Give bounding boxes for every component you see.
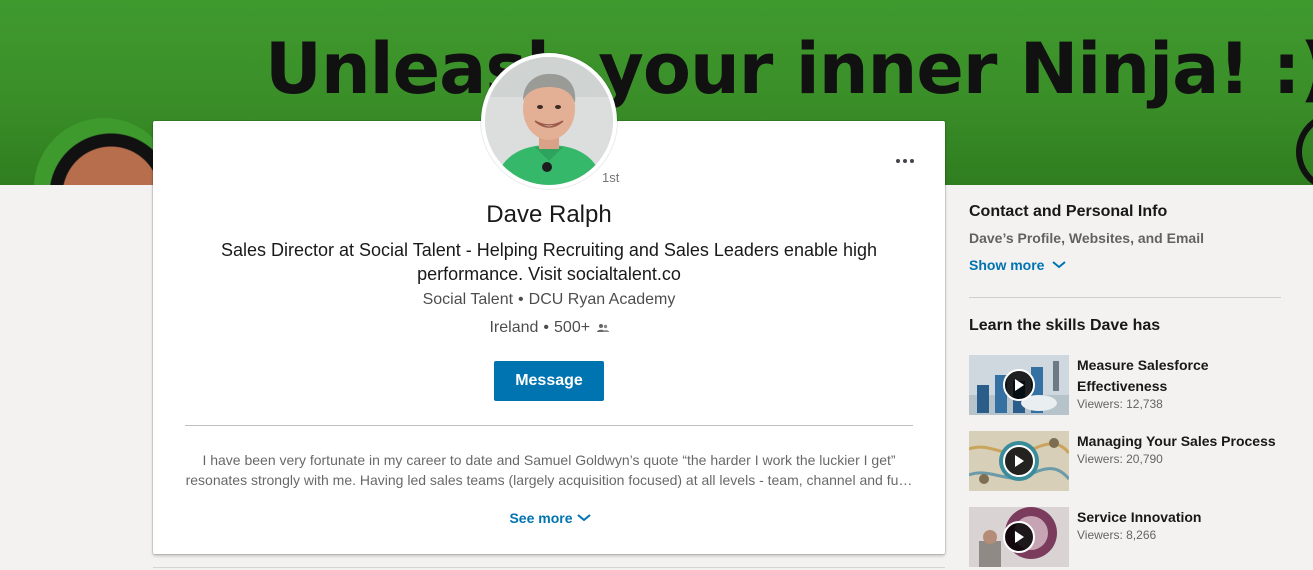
course-viewers: Viewers: 20,790 bbox=[1077, 452, 1163, 466]
chevron-down-icon bbox=[576, 514, 591, 522]
profile-name: Dave Ralph bbox=[486, 201, 612, 228]
connections-count[interactable]: 500+ bbox=[554, 319, 590, 336]
show-more-label: Show more bbox=[969, 257, 1045, 273]
profile-location-line: Ireland • 500+ bbox=[153, 319, 945, 337]
course-thumbnail bbox=[969, 355, 1069, 415]
separator-dot: • bbox=[518, 291, 524, 308]
chevron-down-icon bbox=[1052, 261, 1067, 269]
see-more-button[interactable]: See more bbox=[505, 508, 595, 528]
connection-degree: 1st bbox=[602, 170, 620, 185]
course-thumbnail bbox=[969, 431, 1069, 491]
people-icon bbox=[596, 323, 609, 332]
course-item[interactable]: Measure Salesforce Effectiveness Viewers… bbox=[969, 355, 1299, 415]
education-school[interactable]: DCU Ryan Academy bbox=[529, 291, 676, 308]
summary-line: I have been very fortunate in my career … bbox=[202, 452, 896, 468]
course-viewers: Viewers: 8,266 bbox=[1077, 528, 1157, 542]
rail-divider bbox=[969, 297, 1281, 298]
contact-info-title[interactable]: Contact and Personal Info bbox=[969, 203, 1167, 221]
current-company[interactable]: Social Talent bbox=[423, 291, 513, 308]
see-more-label: See more bbox=[509, 510, 573, 526]
play-icon bbox=[1003, 445, 1035, 477]
banner-slogan: Unleash your inner Ninja! :) bbox=[265, 28, 1313, 110]
profile-photo[interactable] bbox=[481, 53, 617, 189]
course-viewers: Viewers: 12,738 bbox=[1077, 397, 1163, 411]
more-actions-button[interactable] bbox=[889, 153, 921, 169]
profile-summary: I have been very fortunate in my career … bbox=[185, 450, 913, 490]
course-title: Service Innovation bbox=[1077, 509, 1202, 525]
message-button[interactable]: Message bbox=[494, 361, 604, 401]
profile-headline: Sales Director at Social Talent - Helpin… bbox=[220, 240, 878, 284]
play-icon bbox=[1003, 521, 1035, 553]
play-icon bbox=[1003, 369, 1035, 401]
ellipsis-icon bbox=[896, 159, 900, 163]
show-more-button[interactable]: Show more bbox=[969, 257, 1067, 273]
separator-dot: • bbox=[543, 319, 550, 336]
course-thumbnail bbox=[969, 507, 1069, 567]
ninja-illustration-right bbox=[1296, 112, 1313, 185]
summary-line: resonates strongly with me. Having led s… bbox=[185, 472, 913, 488]
course-title: Measure Salesforce Effectiveness bbox=[1077, 357, 1209, 394]
profile-organizations: Social Talent • DCU Ryan Academy bbox=[153, 291, 945, 309]
course-title: Managing Your Sales Process bbox=[1077, 433, 1276, 449]
contact-info-subtitle: Dave’s Profile, Websites, and Email bbox=[969, 230, 1204, 246]
card-divider bbox=[185, 425, 913, 426]
course-item[interactable]: Service Innovation Viewers: 8,266 bbox=[969, 507, 1299, 567]
course-item[interactable]: Managing Your Sales Process Viewers: 20,… bbox=[969, 431, 1299, 491]
profile-location: Ireland bbox=[489, 319, 539, 336]
learning-title: Learn the skills Dave has bbox=[969, 317, 1161, 334]
